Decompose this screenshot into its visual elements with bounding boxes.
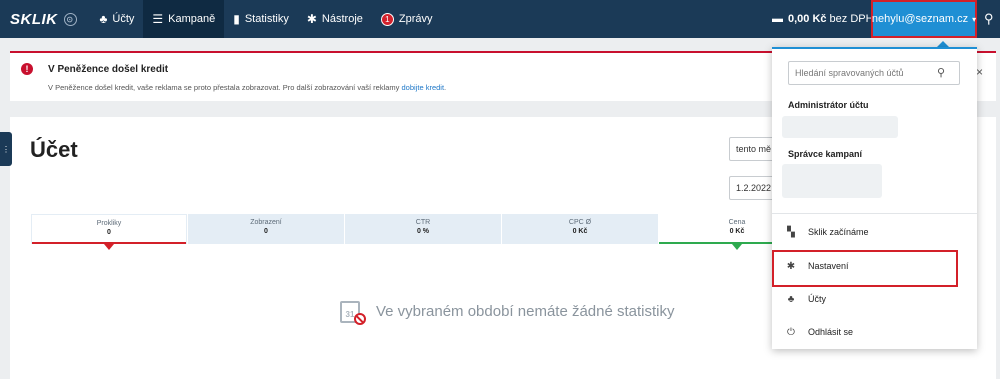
nav-tools-label: Nástroje xyxy=(321,13,363,25)
bar-chart-icon: ▮ xyxy=(233,12,240,26)
nav-accounts-label: Účty xyxy=(112,13,135,25)
warning-icon: ! xyxy=(21,63,33,75)
stat-impressions[interactable]: Zobrazení 0 xyxy=(188,214,344,244)
user-menu-button[interactable]: nehylu@seznam.cz ▾ xyxy=(871,0,977,38)
calendar-icon: 31 xyxy=(338,297,366,325)
top-up-credit-link[interactable]: dobijte kredit xyxy=(402,83,445,92)
settings-highlight-box xyxy=(772,250,958,287)
stat-value: 0 % xyxy=(416,228,430,235)
nav-accounts[interactable]: ♣ Účty xyxy=(91,0,144,38)
stat-label: CPC Ø xyxy=(568,219,592,226)
redacted-account[interactable] xyxy=(782,164,882,198)
power-icon: ⏻ xyxy=(787,326,795,338)
divider xyxy=(772,213,977,214)
accounts-icon: ♣ xyxy=(787,293,795,305)
side-panel-toggle[interactable]: ⋮ xyxy=(0,132,12,166)
search-placeholder: Hledání spravovaných účtů xyxy=(795,68,904,78)
stat-value: 0 Kč xyxy=(572,228,588,235)
nav-messages-label: Zprávy xyxy=(398,13,433,25)
alert-text: V Peněžence došel kredit, vaše reklama s… xyxy=(48,83,446,92)
stat-label: CTR xyxy=(415,219,431,226)
user-email: nehylu@seznam.cz xyxy=(871,13,969,25)
credit-suffix: bez DPH xyxy=(829,13,874,25)
nav-campaigns-label: Kampaně xyxy=(168,13,216,25)
alert-text-end: . xyxy=(444,83,447,92)
gear-icon: ✱ xyxy=(306,12,317,26)
stat-value: 0 xyxy=(264,228,268,235)
search-icon[interactable]: ⚲ xyxy=(937,66,945,79)
close-icon[interactable]: × xyxy=(976,65,983,79)
menu-item-label: Účty xyxy=(808,294,826,304)
messages-count-badge: 1 xyxy=(380,12,394,26)
stat-clicks[interactable]: Prokliky 0 xyxy=(31,214,187,250)
redacted-account[interactable] xyxy=(782,116,898,138)
chevron-down-icon: ▾ xyxy=(972,14,977,24)
alert-message: V Peněžence došel kredit, vaše reklama s… xyxy=(48,83,402,92)
logo-text: SKLIK xyxy=(10,10,58,28)
managed-accounts-search-input[interactable]: Hledání spravovaných účtů ⚲ xyxy=(788,61,960,85)
no-entry-icon xyxy=(354,313,366,325)
stat-label: Zobrazení xyxy=(250,219,282,226)
search-icon[interactable]: ⚲ xyxy=(984,11,994,27)
campaign-manager-heading: Správce kampaní xyxy=(788,149,863,159)
alert-title: V Peněžence došel kredit xyxy=(48,64,169,75)
nav-statistics-label: Statistiky xyxy=(244,13,289,25)
stats-summary: Prokliky 0 Zobrazení 0 CTR 0 % CPC Ø 0 K… xyxy=(31,214,821,250)
menu-item-accounts[interactable]: ♣ Účty xyxy=(772,283,977,315)
wallet-credit[interactable]: ▬ 0,00 Kč bez DPH ▾ xyxy=(772,0,882,38)
menu-item-getting-started[interactable]: ▚ Sklik začínáme xyxy=(772,216,977,248)
empty-state: 31 Ve vybraném období nemáte žádné stati… xyxy=(338,297,675,325)
menu-item-label: Sklik začínáme xyxy=(808,227,869,237)
stat-label: Prokliky xyxy=(96,220,122,227)
nav-messages[interactable]: 1 Zprávy xyxy=(372,0,442,38)
credit-amount: 0,00 Kč xyxy=(788,13,827,25)
nav-tools[interactable]: ✱ Nástroje xyxy=(298,0,372,38)
stat-caret xyxy=(104,244,114,250)
stat-caret xyxy=(732,244,742,250)
stat-ctr[interactable]: CTR 0 % xyxy=(345,214,501,244)
sklik-logo[interactable]: SKLIK ⊙ xyxy=(10,11,77,28)
nav-campaigns[interactable]: ☰ Kampaně xyxy=(143,0,225,38)
nav-statistics[interactable]: ▮ Statistiky xyxy=(224,0,298,38)
stat-cpc[interactable]: CPC Ø 0 Kč xyxy=(502,214,658,244)
accounts-icon: ♣ xyxy=(99,12,108,26)
logo-info-icon[interactable]: ⊙ xyxy=(63,12,77,26)
list-icon: ☰ xyxy=(152,12,164,26)
menu-item-logout[interactable]: ⏻ Odhlásit se xyxy=(772,316,977,348)
wallet-icon: ▬ xyxy=(772,13,783,25)
grid-icon: ▚ xyxy=(787,226,795,238)
account-admin-heading: Administrátor účtu xyxy=(788,100,869,110)
page-title: Účet xyxy=(30,137,78,162)
empty-message: Ve vybraném období nemáte žádné statisti… xyxy=(376,302,675,320)
menu-item-label: Odhlásit se xyxy=(808,327,854,337)
stat-value: 0 xyxy=(107,229,111,236)
